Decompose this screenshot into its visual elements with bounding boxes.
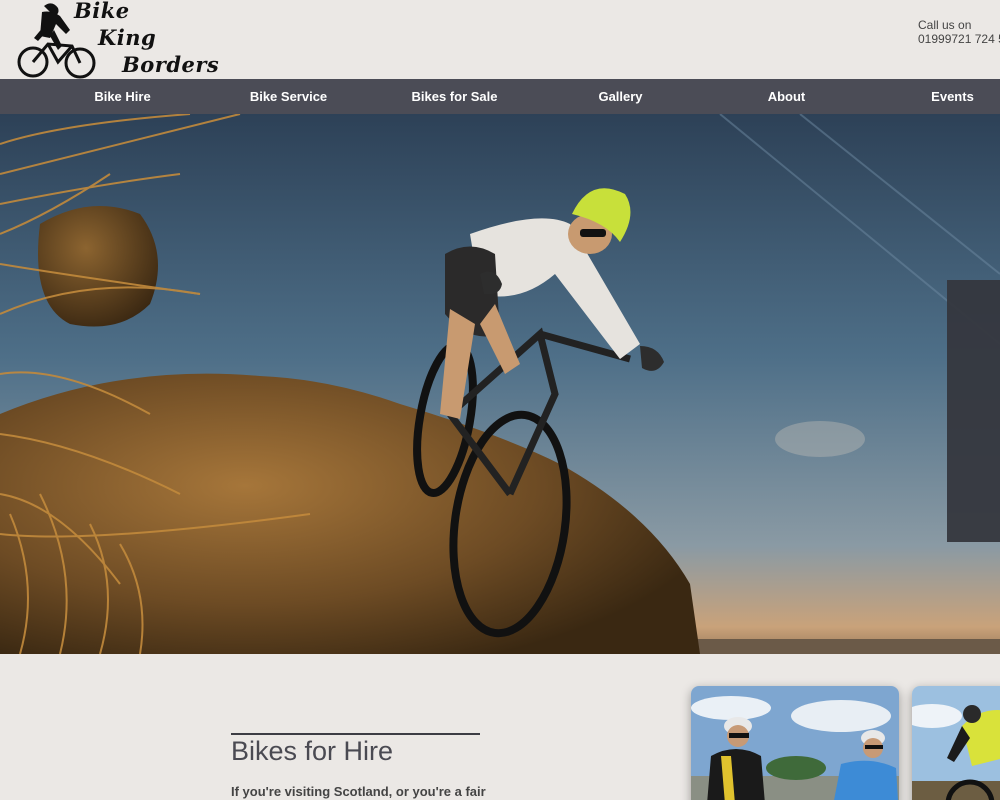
nav-item-bikes-for-sale[interactable]: Bikes for Sale	[404, 79, 505, 114]
rider-photo	[912, 686, 1000, 800]
nav-item-bike-service[interactable]: Bike Service	[238, 79, 339, 114]
rider-photo-card[interactable]	[912, 686, 1000, 800]
logo-text-king: King	[98, 25, 157, 50]
contact-label: Call us on	[918, 18, 972, 32]
cyclists-photo	[691, 686, 899, 800]
main-nav: Bike Hire Bike Service Bikes for Sale Ga…	[0, 79, 1000, 114]
section-intro: If you're visiting Scotland, or you're a…	[231, 784, 486, 799]
nav-item-gallery[interactable]: Gallery	[570, 79, 671, 114]
bikes-for-hire-section: Bikes for Hire If you're visiting Scotla…	[0, 654, 1000, 800]
section-title: Bikes for Hire	[231, 736, 394, 766]
logo-text-bike: Bike	[74, 0, 130, 23]
cyclists-photo-card[interactable]	[691, 686, 899, 800]
logo-text-borders: Borders	[122, 52, 220, 77]
nav-item-about[interactable]: About	[736, 79, 837, 114]
nav-item-bike-hire[interactable]: Bike Hire	[72, 79, 173, 114]
nav-item-events[interactable]: Events	[902, 79, 1000, 114]
hero-banner	[0, 114, 1000, 654]
section-divider	[231, 733, 480, 735]
hero-image-mountain-biker	[0, 114, 1000, 654]
contact-phone[interactable]: 01999721 724 5	[918, 32, 1000, 46]
site-logo[interactable]: Bike King Borders	[14, 0, 219, 79]
site-header: Bike King Borders Call us on 01999721 72…	[0, 0, 1000, 79]
contact-info: Call us on 01999721 724 5	[918, 18, 1000, 46]
hero-side-panel	[947, 280, 1000, 542]
